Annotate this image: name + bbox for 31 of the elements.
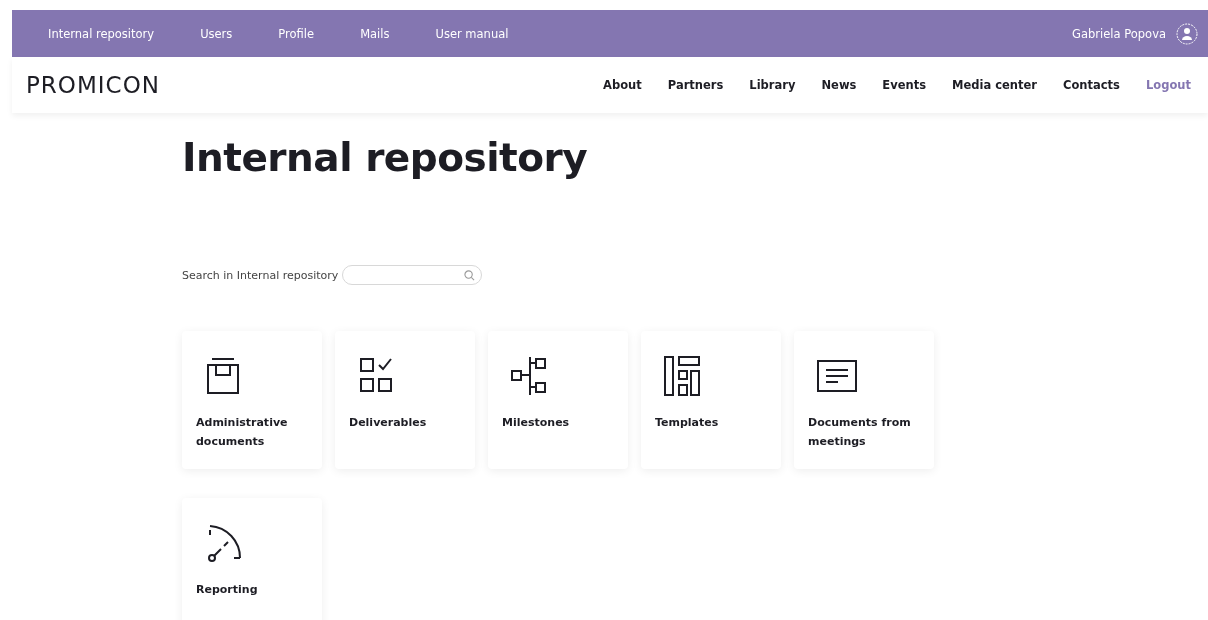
promicon-logo[interactable]: PROMICON <box>26 72 160 98</box>
category-card[interactable]: Deliverables <box>335 331 475 469</box>
top-bar-link[interactable]: Users <box>200 26 233 41</box>
nav-link[interactable]: Contacts <box>1050 78 1133 92</box>
search-label: Search in Internal repository <box>182 268 339 282</box>
logout-link[interactable]: Logout <box>1132 78 1204 92</box>
category-label: Deliverables <box>349 415 428 431</box>
top-bar-link[interactable]: User manual <box>435 26 509 41</box>
category-card[interactable]: Templates <box>641 331 781 469</box>
search-icon[interactable] <box>464 269 476 281</box>
nav-link[interactable]: Events <box>869 78 940 92</box>
category-card[interactable]: Administrative documents <box>182 331 322 469</box>
nav-link[interactable]: Library <box>736 78 809 92</box>
category-label: Milestones <box>502 415 571 431</box>
page-title: Internal repository <box>182 135 589 180</box>
user-name: Gabriela Popova <box>1072 26 1166 41</box>
category-label: Reporting <box>196 582 259 598</box>
nav-link[interactable]: Partners <box>654 78 737 92</box>
top-bar-link[interactable]: Profile <box>278 26 315 41</box>
category-card[interactable]: Reporting <box>182 498 322 620</box>
top-bar-link[interactable]: Mails <box>360 26 390 41</box>
category-card[interactable]: Milestones <box>488 331 628 469</box>
category-label: Templates <box>655 415 720 431</box>
category-label: Documents from meetings <box>808 415 912 450</box>
user-avatar-icon[interactable] <box>1176 22 1198 45</box>
top-bar-link[interactable]: Internal repository <box>48 26 155 41</box>
nav-link[interactable]: About <box>590 78 655 92</box>
nav-link[interactable]: News <box>808 78 870 92</box>
category-label: Administrative documents <box>196 415 289 450</box>
nav-link[interactable]: Media center <box>939 78 1050 92</box>
category-card[interactable]: Documents from meetings <box>794 331 934 469</box>
